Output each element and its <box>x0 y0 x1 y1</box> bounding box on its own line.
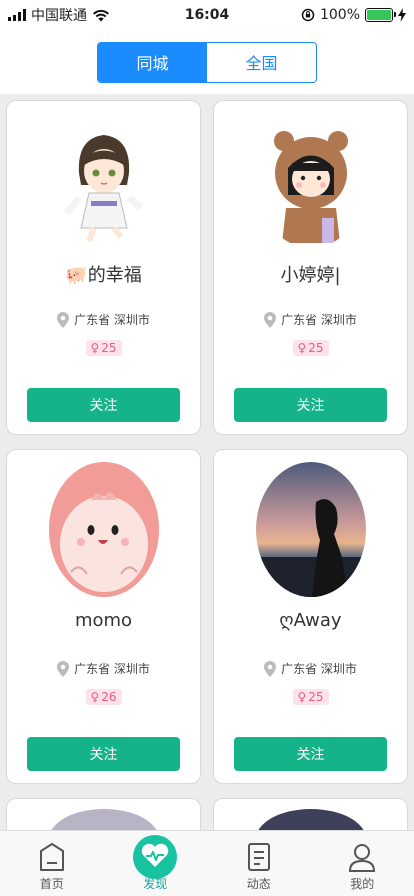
status-bar: 中国联通 16:04 100% <box>0 0 414 30</box>
top-header: 同城 全国 <box>0 30 414 94</box>
tab-home-label: 首页 <box>39 877 64 891</box>
user-card-list[interactable]: 🐖的幸福 广东省 深圳市 ♀ 25 关注 小婷婷| 广东省 深圳市 ♀ 25 关… <box>0 94 414 830</box>
signal-icon <box>8 9 26 21</box>
orientation-lock-icon <box>301 8 315 22</box>
user-name: ღAway <box>279 610 342 631</box>
user-name: 🐖的幸福 <box>65 265 142 286</box>
heartbeat-icon <box>133 835 178 879</box>
bottom-tab-bar: 首页 发现 动态 我的 <box>0 830 414 896</box>
location-text: 广东省 深圳市 <box>74 662 150 676</box>
user-name: momo <box>74 610 133 631</box>
tab-feed[interactable]: 动态 <box>207 831 311 896</box>
user-icon <box>349 844 376 872</box>
avatar[interactable] <box>256 809 366 830</box>
user-location: 广东省 深圳市 <box>214 311 407 328</box>
user-location: 广东省 深圳市 <box>7 311 200 328</box>
age-value: 25 <box>308 341 324 355</box>
user-card[interactable] <box>6 798 201 830</box>
follow-button[interactable]: 关注 <box>27 388 180 422</box>
female-icon: ♀ <box>297 341 307 355</box>
age-value: 25 <box>308 690 324 704</box>
sunset-silhouette-avatar[interactable] <box>256 462 366 597</box>
age-badge: ♀ 25 <box>292 689 329 705</box>
age-value: 26 <box>101 690 117 704</box>
user-card[interactable]: ღAway 广东省 深圳市 ♀ 25 关注 <box>213 449 408 784</box>
follow-button[interactable]: 关注 <box>234 388 387 422</box>
region-segment-control: 同城 全国 <box>97 41 317 83</box>
status-right: 100% <box>301 7 406 23</box>
user-card[interactable]: 小婷婷| 广东省 深圳市 ♀ 25 关注 <box>213 100 408 435</box>
location-pin-icon <box>264 311 277 328</box>
follow-button[interactable]: 关注 <box>27 737 180 771</box>
user-card[interactable]: 🐖的幸福 广东省 深圳市 ♀ 25 关注 <box>6 100 201 435</box>
bear-hood-girl-avatar[interactable] <box>256 113 366 248</box>
tab-home[interactable]: 首页 <box>0 831 104 896</box>
carrier-label: 中国联通 <box>31 8 87 24</box>
location-text: 广东省 深圳市 <box>281 313 357 327</box>
pink-blob-avatar[interactable] <box>49 462 159 597</box>
location-pin-icon <box>57 660 70 677</box>
document-icon <box>247 843 270 871</box>
tab-feed-label: 动态 <box>246 877 271 891</box>
user-card[interactable]: momo 广东省 深圳市 ♀ 26 关注 <box>6 449 201 784</box>
user-card[interactable] <box>213 798 408 830</box>
tab-profile-label: 我的 <box>350 877 375 891</box>
tab-discover[interactable]: 发现 <box>104 831 208 896</box>
location-text: 广东省 深圳市 <box>74 313 150 327</box>
age-badge: ♀ 26 <box>85 689 122 705</box>
female-icon: ♀ <box>297 690 307 704</box>
charging-icon <box>398 8 406 22</box>
tab-nationwide[interactable]: 全国 <box>207 43 316 82</box>
user-location: 广东省 深圳市 <box>7 660 200 677</box>
status-left: 中国联通 <box>8 5 110 25</box>
anime-girl-avatar[interactable] <box>49 113 159 248</box>
wifi-icon <box>93 9 109 21</box>
home-icon <box>39 843 64 871</box>
battery-percent: 100% <box>319 7 360 23</box>
location-pin-icon <box>57 311 70 328</box>
user-location: 广东省 深圳市 <box>214 660 407 677</box>
female-icon: ♀ <box>90 690 100 704</box>
age-badge: ♀ 25 <box>85 340 122 356</box>
female-icon: ♀ <box>90 341 100 355</box>
battery-icon <box>365 8 396 22</box>
tab-same-city[interactable]: 同城 <box>98 42 207 82</box>
user-name: 小婷婷| <box>280 265 341 286</box>
tab-profile[interactable]: 我的 <box>311 831 414 896</box>
follow-button[interactable]: 关注 <box>234 737 387 771</box>
age-value: 25 <box>101 341 117 355</box>
age-badge: ♀ 25 <box>292 340 329 356</box>
avatar[interactable] <box>49 809 159 830</box>
location-pin-icon <box>264 660 277 677</box>
location-text: 广东省 深圳市 <box>281 662 357 676</box>
